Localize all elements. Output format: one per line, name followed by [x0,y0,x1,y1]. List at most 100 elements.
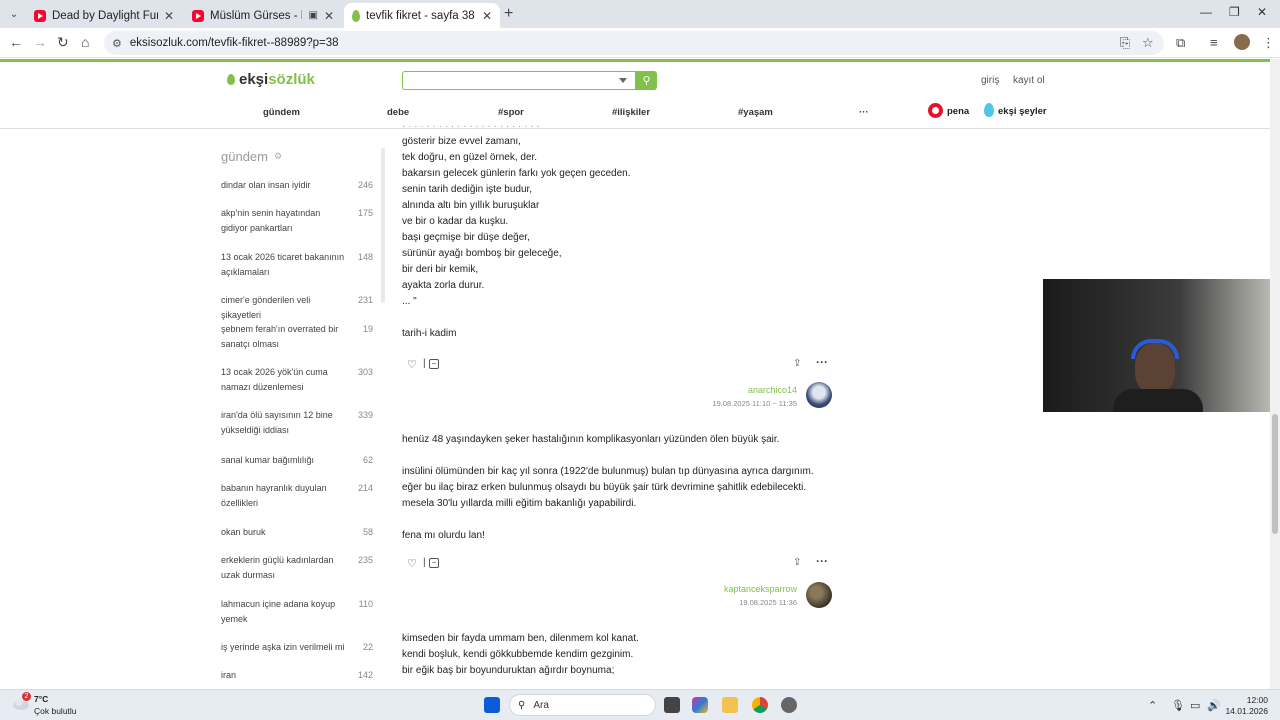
sidebar-topic[interactable]: sanal kumar bağımlılığı 62 [221,453,381,468]
entry-text-line: bir deri bir kemik, [402,264,479,275]
register-link[interactable]: kayıt ol [1013,75,1045,86]
minus-icon[interactable]: − [429,359,439,369]
share-icon[interactable]: ⇪ [793,557,801,568]
heart-icon[interactable]: ♡ [407,358,417,371]
sidebar-topic[interactable]: akp'nin senin hayatından gidiyor pankart… [221,206,381,236]
entry-text-line: henüz 48 yaşındayken şeker hastalığının … [402,434,780,445]
sidebar-topic[interactable]: erkeklerin güçlü kadınlardan uzak durmas… [221,553,381,583]
copilot-icon[interactable] [692,697,708,713]
task-view-icon[interactable] [664,697,680,713]
entry-text-line: fena mı olurdu lan! [402,530,485,541]
sidebar-topic[interactable]: iran 142 [221,668,381,683]
nav-yasam[interactable]: #yaşam [738,107,773,118]
sidebar-topic-title: iş yerinde aşka izin verilmeli mi [221,642,345,652]
profile-avatar[interactable] [1234,34,1250,50]
search-input[interactable] [402,71,636,90]
more-icon[interactable]: ··· [816,554,828,568]
nav-iliskiler[interactable]: #ilişkiler [612,107,650,118]
search-dropdown-caret-icon[interactable] [619,78,627,83]
close-tab-icon[interactable]: ✕ [324,9,334,23]
author-avatar[interactable] [806,582,832,608]
close-tab-icon[interactable]: ✕ [482,9,492,23]
site-info-icon[interactable]: ⚙ [112,37,122,50]
sidebar-topic[interactable]: okan buruk 58 [221,525,381,540]
sidebar-topic[interactable]: cimer'e gönderilen veli şikayetleri 231 [221,293,381,323]
search-button[interactable]: ⚲ [636,71,657,90]
share-icon[interactable]: ⇪ [793,358,801,369]
bookmark-star-icon[interactable]: ☆ [1142,35,1154,51]
sidebar-topic-title: iran'da ölü sayısının 12 bine yükseldiği… [221,410,333,435]
sidebar-topic-count: 110 [358,599,373,609]
author-avatar[interactable] [806,382,832,408]
sidebar-topic[interactable]: şebnem ferah'ın overrated bir sanatçı ol… [221,322,381,352]
file-explorer-icon[interactable] [722,697,738,713]
address-bar[interactable]: ⚙ eksisozluk.com/tevfik-fikret--88989?p=… [104,31,1164,55]
weather-desc[interactable]: Çok bulutlu [34,706,77,716]
entry-date[interactable]: 19.08.2025 11:36 [700,598,797,607]
entry-text-line: başı geçmişe bir düşe değer, [402,232,530,243]
sidebar-topic[interactable]: lahmacun içine adana koyup yemek 110 [221,597,381,627]
login-link[interactable]: giriş [981,75,999,86]
app-icon[interactable] [781,697,797,713]
sidebar-topic[interactable]: iş yerinde aşka izin verilmeli mi 22 [221,640,381,655]
sidebar-topic[interactable]: 13 ocak 2026 yök'ün cuma namazı düzenlem… [221,365,381,395]
sidebar-topic[interactable]: 13 ocak 2026 ticaret bakanının açıklamal… [221,250,381,280]
forward-arrow-icon[interactable]: → [33,34,47,50]
streamer-body [1113,389,1203,412]
search-icon: ⚲ [518,699,526,711]
windows-taskbar: 2 7°C Çok bulutlu ⚲ Ara ⌃ 🎙 ▭ 🔊 12:00 14… [0,689,1280,720]
sidebar-topic-title: dindar olan insan iyidir [221,180,311,190]
tab-dead-by-daylight[interactable]: Dead by Daylight Funny Rando ✕ [26,3,182,28]
more-icon[interactable]: ··· [816,355,828,369]
taskbar-clock[interactable]: 12:00 14.01.2026 [1224,695,1268,717]
close-tab-icon[interactable]: ✕ [164,9,174,23]
sidebar-topic-count: 142 [357,670,373,680]
nav-debe[interactable]: debe [387,107,409,118]
nav-spor[interactable]: #spor [498,107,524,118]
webcam-overlay [1043,279,1270,412]
extensions-icon[interactable]: ⧉ [1176,35,1185,51]
reload-icon[interactable]: ↻ [57,34,69,51]
headset [1131,339,1179,359]
eksi-seyler-link[interactable]: ekşi şeyler [998,106,1047,117]
entry-author[interactable]: kaptanceksparrow [690,584,797,594]
tray-chevron-icon[interactable]: ⌃ [1148,699,1157,712]
microphone-icon[interactable]: 🎙 [1171,699,1185,712]
entry-date[interactable]: 19.08.2025 11:10 ~ 11:35 [680,399,797,408]
sidebar-topic[interactable]: babanın hayranlık duyulan özellikleri 214 [221,481,381,511]
weather-temp[interactable]: 7°C [34,694,48,704]
pena-icon[interactable] [928,103,943,118]
network-icon[interactable]: ▭ [1190,699,1200,712]
maximize-icon[interactable]: ❐ [1229,5,1240,19]
windows-start-icon[interactable] [484,697,500,713]
sidebar-scrollbar[interactable] [381,148,385,303]
back-arrow-icon[interactable]: ← [9,34,23,50]
new-tab-icon[interactable]: + [504,5,513,23]
scrollbar-thumb[interactable] [1272,414,1278,534]
entry-author[interactable]: anarchico14 [700,385,797,395]
eksi-seyler-drop-icon[interactable] [984,103,994,117]
taskbar-search[interactable]: ⚲ Ara [509,694,656,716]
nav-gundem[interactable]: gündem [263,107,300,118]
tab-tevfik-fikret[interactable]: tevfik fikret - sayfa 38 - ekşi sö ✕ [344,3,500,28]
gear-icon[interactable]: ⚙ [274,151,282,162]
page-scrollbar[interactable] [1270,59,1280,689]
tab-search-chevron-icon[interactable]: ⌄ [4,4,24,24]
media-control-icon[interactable]: ≡ [1210,35,1218,50]
menu-kebab-icon[interactable]: ⋮ [1262,35,1275,51]
install-app-icon[interactable]: ⎘ [1120,35,1130,51]
minimize-icon[interactable]: — [1200,5,1212,19]
pena-link[interactable]: pena [947,106,969,117]
site-logo[interactable]: ekşi sözlük [227,71,315,88]
minus-icon[interactable]: − [429,558,439,568]
chrome-icon[interactable] [752,697,768,713]
nav-more[interactable]: ··· [859,107,869,118]
close-window-icon[interactable]: ✕ [1257,5,1267,19]
volume-icon[interactable]: 🔊 [1207,699,1221,712]
home-icon[interactable]: ⌂ [81,34,89,50]
sidebar-topic[interactable]: iran'da ölü sayısının 12 bine yükseldiği… [221,408,381,438]
tab-muslum-gurses[interactable]: Müslüm Gürses - Kül Yanar ▣ ✕ [184,3,342,28]
audio-playing-icon[interactable]: ▣ [308,10,317,21]
sidebar-topic[interactable]: dindar olan insan iyidir 246 [221,178,381,193]
heart-icon[interactable]: ♡ [407,557,417,570]
